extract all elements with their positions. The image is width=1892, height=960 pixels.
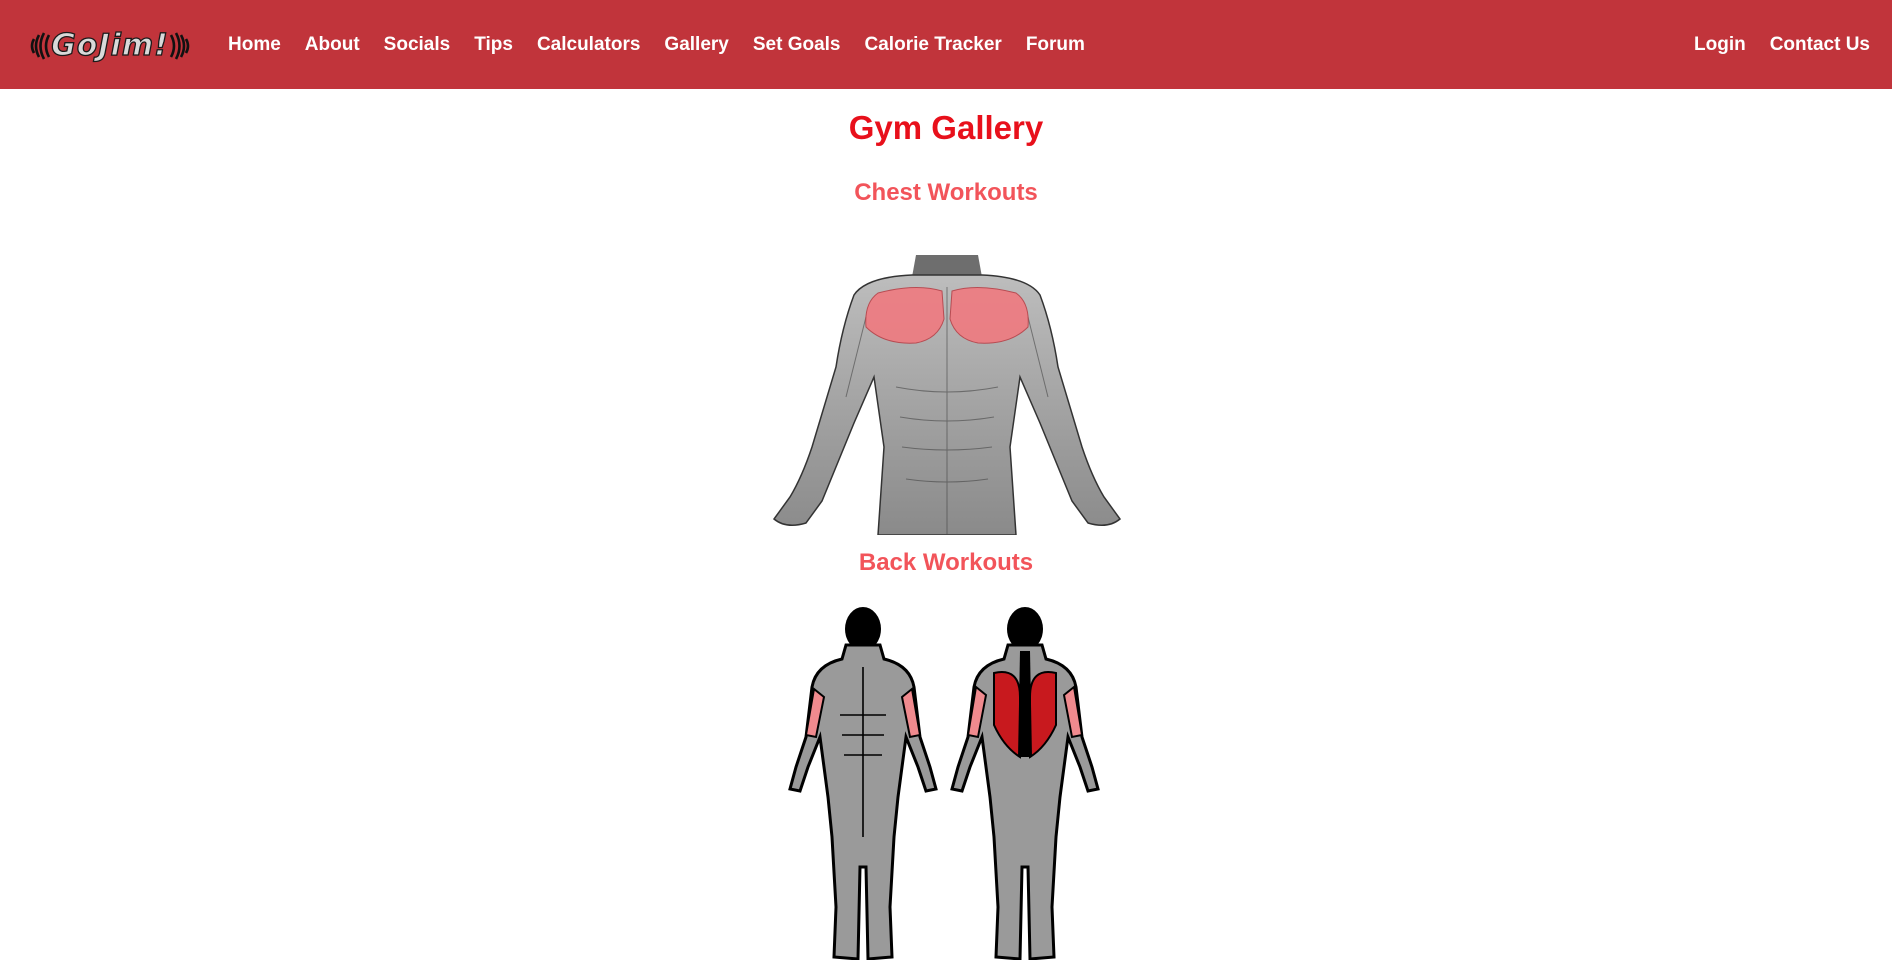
right-pectoral-highlight — [949, 286, 1029, 344]
nav-tips[interactable]: Tips — [474, 34, 513, 56]
chest-section-heading: Chest Workouts — [854, 179, 1038, 206]
nav-calculators[interactable]: Calculators — [537, 34, 640, 56]
nav-calorie-tracker[interactable]: Calorie Tracker — [865, 34, 1002, 56]
back-section-heading: Back Workouts — [858, 549, 1034, 576]
back-body-figure — [950, 607, 1100, 960]
top-navbar: GoJim! Home About Socials Tips Calculato… — [0, 0, 1892, 89]
nav-socials[interactable]: Socials — [384, 34, 451, 56]
nav-login[interactable]: Login — [1694, 34, 1746, 56]
nav-home[interactable]: Home — [228, 34, 281, 56]
nav-gallery[interactable]: Gallery — [664, 34, 728, 56]
logo-text: GoJim! — [51, 28, 169, 63]
gojim-logo[interactable]: GoJim! — [28, 28, 192, 63]
left-pectoral-highlight — [865, 286, 945, 344]
back-muscles-image — [788, 607, 1100, 960]
main-nav: Home About Socials Tips Calculators Gall… — [228, 0, 1109, 89]
gallery-content: Gym Gallery Chest Workouts Back Workouts — [0, 89, 1892, 960]
nav-contact-us[interactable]: Contact Us — [1770, 34, 1870, 56]
chest-muscles-image — [772, 255, 1122, 535]
front-body-figure — [788, 607, 938, 960]
nav-forum[interactable]: Forum — [1026, 34, 1085, 56]
account-nav: Login Contact Us — [1670, 0, 1870, 89]
nav-about[interactable]: About — [305, 34, 360, 56]
page-title: Gym Gallery — [848, 109, 1044, 146]
nav-set-goals[interactable]: Set Goals — [753, 34, 841, 56]
